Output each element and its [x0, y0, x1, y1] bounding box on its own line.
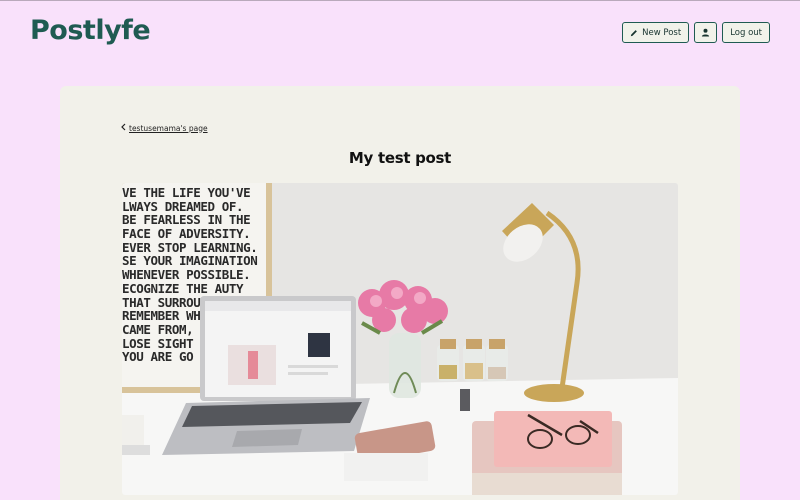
chevron-left-icon	[121, 123, 126, 133]
pencil-icon	[630, 29, 638, 37]
post-image: VE THE LIFE YOU'VE LWAYS DREAMED OF. BE …	[122, 183, 678, 495]
svg-text:BE FEARLESS IN THE: BE FEARLESS IN THE	[122, 212, 250, 227]
app-logo[interactable]: Postlyfe	[30, 15, 151, 46]
post-card: testusemama's page My test post VE THE L…	[60, 86, 740, 500]
profile-button[interactable]	[694, 22, 718, 43]
logout-button[interactable]: Log out	[722, 22, 770, 43]
svg-text:WHENEVER POSSIBLE.: WHENEVER POSSIBLE.	[122, 267, 250, 282]
svg-text:VE THE LIFE YOU'VE: VE THE LIFE YOU'VE	[122, 185, 250, 200]
back-link-label: testusemama's page	[129, 123, 208, 133]
new-post-button[interactable]: New Post	[622, 22, 690, 43]
user-icon	[701, 28, 710, 37]
svg-text:REMEMBER WH: REMEMBER WH	[122, 308, 200, 323]
svg-text:YOU ARE GO: YOU ARE GO	[122, 349, 193, 364]
svg-text:ECOGNIZE THE AUTY: ECOGNIZE THE AUTY	[122, 281, 244, 296]
svg-text:FACE OF ADVERSITY.: FACE OF ADVERSITY.	[122, 226, 250, 241]
post-title: My test post	[348, 149, 452, 167]
new-post-label: New Post	[642, 27, 682, 38]
top-nav: New Post Log out	[622, 22, 770, 43]
svg-text:SE YOUR IMAGINATION: SE YOUR IMAGINATION	[122, 253, 257, 268]
logout-label: Log out	[730, 27, 762, 38]
back-link[interactable]: testusemama's page	[121, 123, 208, 133]
